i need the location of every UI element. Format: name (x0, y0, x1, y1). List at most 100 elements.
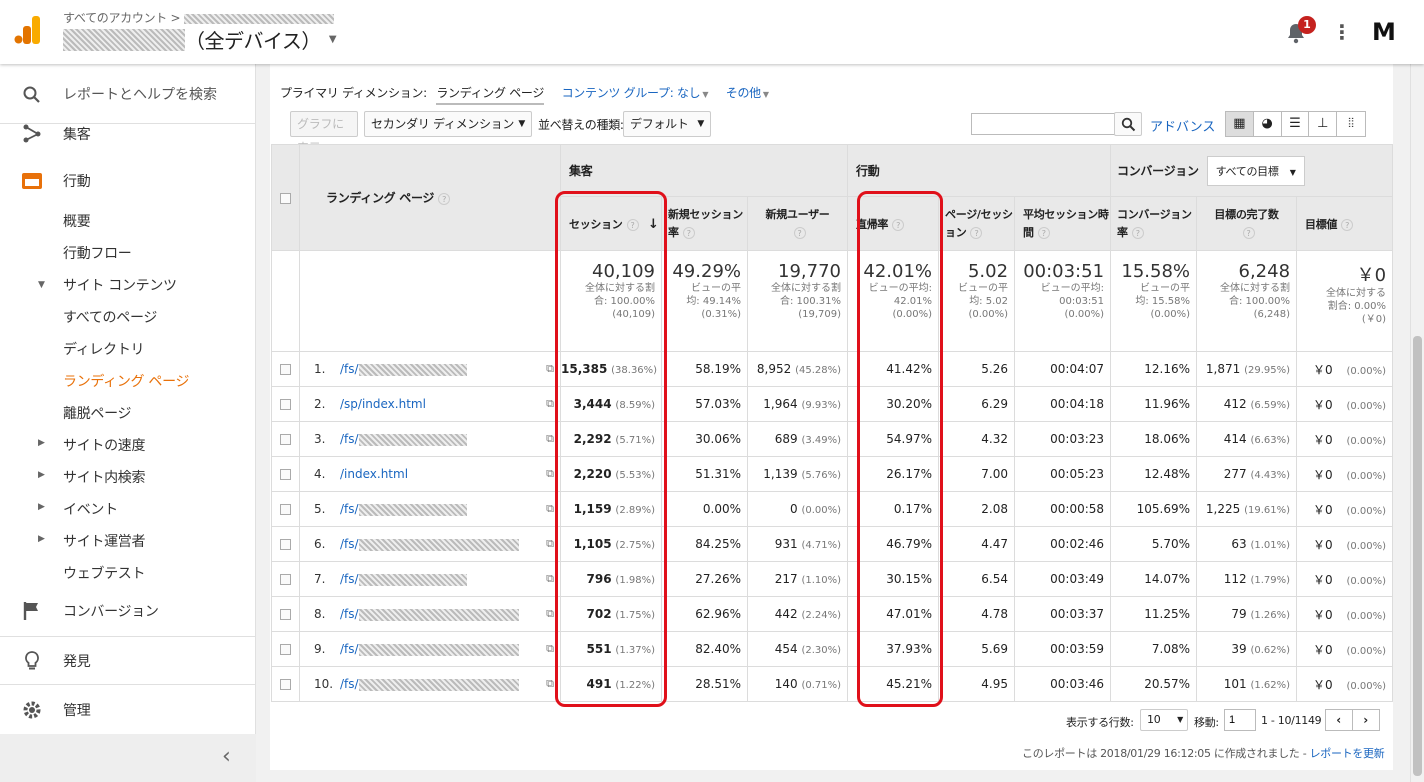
landing-page-link[interactable]: /fs/ (340, 677, 359, 691)
sort-select[interactable]: デフォルト ▼ (623, 111, 711, 137)
sidebar-item-discover[interactable]: 発見 (0, 649, 256, 675)
expand-right-icon[interactable]: ▶ (38, 502, 45, 512)
next-page-icon[interactable]: › (1353, 710, 1379, 730)
analytics-logo-icon[interactable] (14, 16, 42, 44)
row-checkbox[interactable] (280, 469, 291, 480)
comparison-view-icon[interactable]: ⊥ (1309, 112, 1338, 136)
help-icon[interactable]: ? (1131, 226, 1144, 239)
graph-button[interactable]: グラフに表示 (290, 111, 358, 155)
row-checkbox[interactable] (280, 434, 291, 445)
col-avg-session-duration[interactable]: 平均セッション時間? (1014, 196, 1112, 251)
table-filter-input[interactable] (971, 113, 1115, 135)
sidebar-item-web-test[interactable]: ウェブテスト (63, 563, 146, 583)
expand-right-icon[interactable]: ▶ (38, 470, 45, 480)
landing-page-link[interactable]: /fs/ (340, 642, 359, 656)
col-new-sessions-rate[interactable]: 新規セッション率? (661, 196, 748, 251)
row-checkbox[interactable] (280, 609, 291, 620)
row-checkbox[interactable] (280, 364, 291, 375)
secondary-dimension-label: セカンダリ ディメンション (371, 117, 515, 131)
sidebar-item-overview[interactable]: 概要 (63, 211, 91, 231)
row-checkbox[interactable] (280, 399, 291, 410)
sidebar-item-behavior[interactable]: 行動 (0, 168, 256, 194)
row-checkbox[interactable] (280, 644, 291, 655)
prev-page-icon[interactable]: ‹ (1326, 710, 1353, 730)
advanced-link[interactable]: アドバンス (1150, 116, 1215, 135)
open-external-icon[interactable]: ⧉ (546, 397, 554, 411)
open-external-icon[interactable]: ⧉ (546, 537, 554, 551)
help-icon[interactable]: ? (793, 226, 806, 239)
table-view-icon[interactable]: ▦ (1226, 112, 1254, 136)
col-goal-completions[interactable]: 目標の完了数? (1196, 196, 1298, 251)
open-external-icon[interactable]: ⧉ (546, 677, 554, 691)
more-vert-icon[interactable]: ⋮ (1332, 20, 1352, 44)
sidebar-item-landing-pages[interactable]: ランディング ページ (63, 371, 190, 391)
help-icon[interactable]: ? (1037, 226, 1050, 239)
row-checkbox[interactable] (280, 574, 291, 585)
primary-dimension-landing-page[interactable]: ランディング ページ (436, 86, 544, 105)
help-icon[interactable]: ? (970, 226, 983, 239)
open-external-icon[interactable]: ⧉ (546, 502, 554, 516)
col-pages-per-session[interactable]: ページ/セッション? (938, 196, 1016, 251)
sidebar-item-admin[interactable]: 管理 (0, 698, 256, 724)
expand-right-icon[interactable]: ▶ (38, 438, 45, 448)
goal-select[interactable]: すべての目標 ▼ (1206, 155, 1305, 186)
col-conversion-rate[interactable]: コンバージョン率? (1110, 196, 1198, 251)
row-checkbox[interactable] (280, 539, 291, 550)
row-checkbox[interactable] (280, 679, 291, 690)
performance-view-icon[interactable]: ☰ (1282, 112, 1310, 136)
landing-page-link[interactable]: /index.html (340, 467, 408, 481)
open-external-icon[interactable]: ⧉ (546, 432, 554, 446)
select-all-checkbox[interactable] (280, 192, 291, 204)
open-external-icon[interactable]: ⧉ (546, 362, 554, 376)
landing-page-header[interactable]: ランディング ページ? (299, 144, 561, 251)
sidebar-item-site-search[interactable]: サイト内検索 (63, 467, 146, 487)
landing-page-link[interactable]: /sp/index.html (340, 397, 426, 411)
user-avatar[interactable]: M (1372, 18, 1396, 46)
help-icon[interactable]: ? (1341, 218, 1354, 231)
landing-page-link[interactable]: /fs/ (340, 432, 359, 446)
sidebar-item-behavior-flow[interactable]: 行動フロー (63, 243, 132, 263)
sidebar-item-exit-pages[interactable]: 離脱ページ (63, 403, 132, 423)
col-new-users[interactable]: 新規ユーザー? (746, 196, 849, 251)
sidebar-item-events[interactable]: イベント (63, 499, 118, 519)
scrollbar-thumb[interactable] (1413, 336, 1422, 776)
row-checkbox[interactable] (280, 504, 291, 515)
landing-page-link[interactable]: /fs/ (340, 537, 359, 551)
landing-page-link[interactable]: /fs/ (340, 607, 359, 621)
open-external-icon[interactable]: ⧉ (546, 467, 554, 481)
help-icon[interactable]: ? (438, 192, 451, 205)
sidebar-item-site-speed[interactable]: サイトの速度 (63, 435, 146, 455)
new-users-value: 8,952 (756, 362, 792, 376)
content-group-link[interactable]: コンテンツ グループ: なし (562, 86, 701, 100)
account-breadcrumb[interactable]: すべてのアカウント > (63, 9, 334, 26)
landing-page-link[interactable]: /fs/ (340, 572, 359, 586)
col-goal-value[interactable]: 目標値? (1296, 196, 1394, 251)
search-button[interactable] (1114, 112, 1142, 136)
open-external-icon[interactable]: ⧉ (546, 607, 554, 621)
help-icon[interactable]: ? (1242, 226, 1255, 239)
sidebar-item-acquisition[interactable]: 集客 (0, 122, 256, 148)
other-dimension-link[interactable]: その他 (726, 86, 761, 100)
rows-per-page-select[interactable]: 10 ▼ (1140, 709, 1188, 731)
help-icon[interactable]: ? (682, 226, 695, 239)
collapse-sidebar-icon[interactable]: ‹ (222, 744, 231, 769)
secondary-dimension-select[interactable]: セカンダリ ディメンション ▼ (364, 111, 532, 137)
landing-page-link[interactable]: /fs/ (340, 502, 359, 516)
sidebar-item-all-pages[interactable]: すべてのページ (63, 307, 157, 327)
expand-right-icon[interactable]: ▶ (38, 534, 45, 544)
sidebar-search[interactable]: レポートとヘルプを検索 (0, 64, 256, 124)
pie-view-icon[interactable]: ◕ (1254, 112, 1282, 136)
landing-page-link[interactable]: /fs/ (340, 362, 359, 376)
goto-page-input[interactable] (1224, 709, 1256, 731)
sidebar-item-conversion[interactable]: コンバージョン (0, 599, 256, 625)
sidebar-item-publisher[interactable]: サイト運営者 (63, 531, 146, 551)
open-external-icon[interactable]: ⧉ (546, 642, 554, 656)
refresh-report-link[interactable]: レポートを更新 (1310, 747, 1385, 760)
expand-down-icon[interactable]: ▼ (38, 280, 45, 290)
sidebar-item-site-content[interactable]: サイト コンテンツ (63, 275, 177, 295)
pivot-view-icon[interactable]: ⦙⦙ (1337, 112, 1365, 136)
open-external-icon[interactable]: ⧉ (546, 572, 554, 586)
view-selector[interactable]: （全デバイス） ▼ (63, 25, 337, 54)
page-scrollbar[interactable] (1410, 64, 1424, 782)
sidebar-item-directory[interactable]: ディレクトリ (63, 339, 145, 359)
